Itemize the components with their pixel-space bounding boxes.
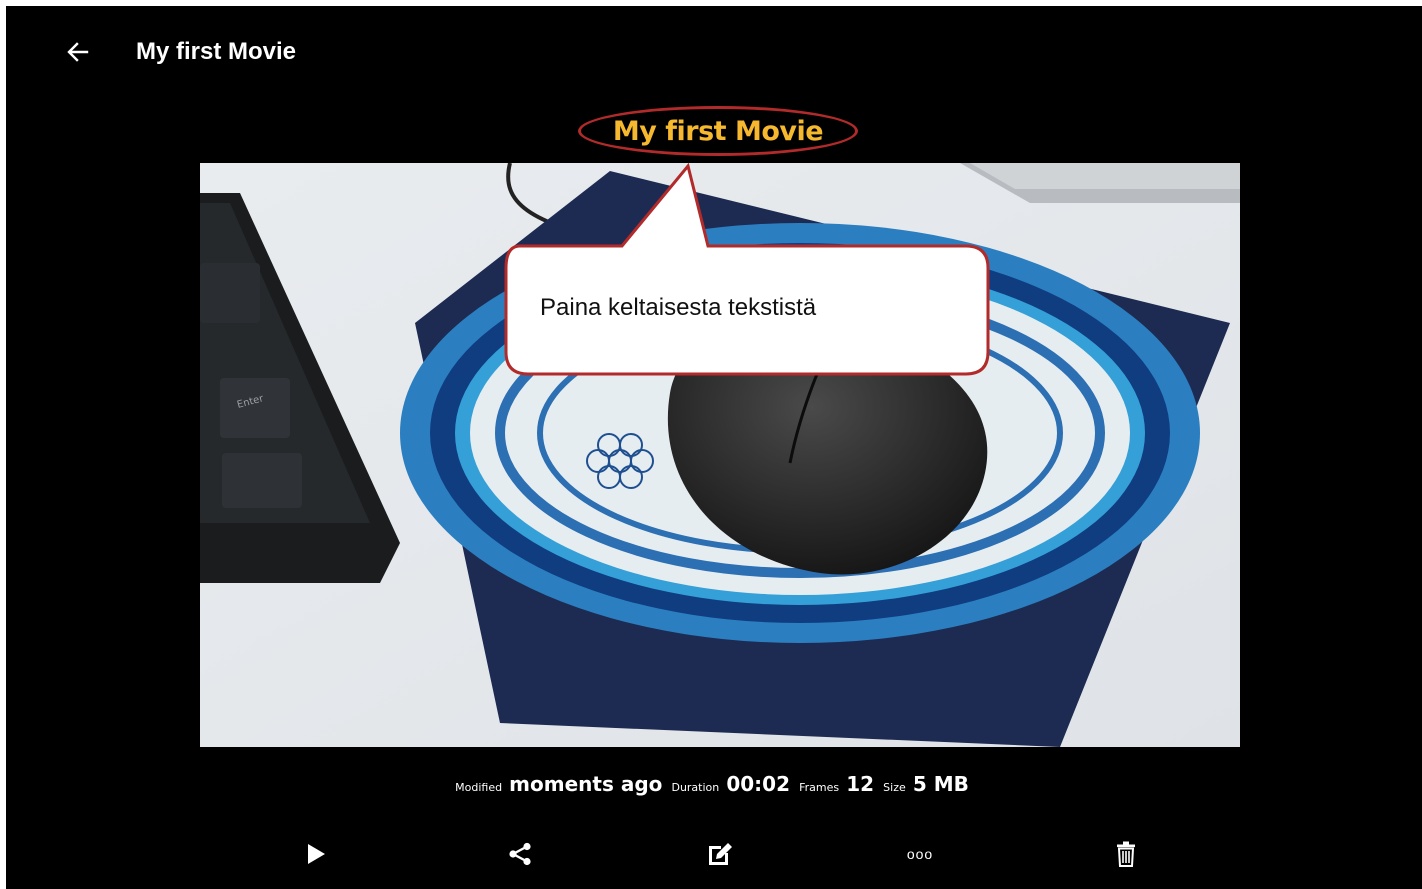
action-bar: ooo [6, 834, 1422, 874]
size-value: 5 MB [912, 772, 969, 796]
edit-icon [709, 843, 732, 865]
frames-value: 12 [846, 772, 875, 796]
app-screen: My first Movie My first Movie Enter Pain… [6, 6, 1422, 889]
trash-icon [1117, 841, 1135, 867]
modified-value: moments ago [509, 772, 663, 796]
share-button[interactable] [500, 834, 540, 874]
delete-button[interactable] [1106, 834, 1146, 874]
more-icon: ooo [906, 846, 934, 862]
frames-label: Frames [799, 781, 840, 794]
duration-label: Duration [671, 781, 720, 794]
back-button[interactable] [62, 36, 94, 68]
movie-metadata: Modified moments ago Duration 00:02 Fram… [6, 772, 1422, 796]
callout-text: Paina keltaisesta tekstistä [540, 294, 817, 321]
modified-label: Modified [455, 781, 503, 794]
page-title: My first Movie [136, 38, 297, 65]
more-button[interactable]: ooo [900, 834, 940, 874]
duration-value: 00:02 [726, 772, 791, 796]
top-bar: My first Movie [6, 6, 1422, 102]
arrow-left-icon [67, 42, 89, 62]
edit-button[interactable] [700, 834, 740, 874]
play-button[interactable] [296, 834, 336, 874]
share-icon [509, 842, 531, 866]
play-icon [308, 844, 325, 864]
size-label: Size [883, 781, 906, 794]
movie-title-link[interactable]: My first Movie [578, 106, 858, 156]
movie-preview-image[interactable]: Enter [200, 163, 1240, 747]
